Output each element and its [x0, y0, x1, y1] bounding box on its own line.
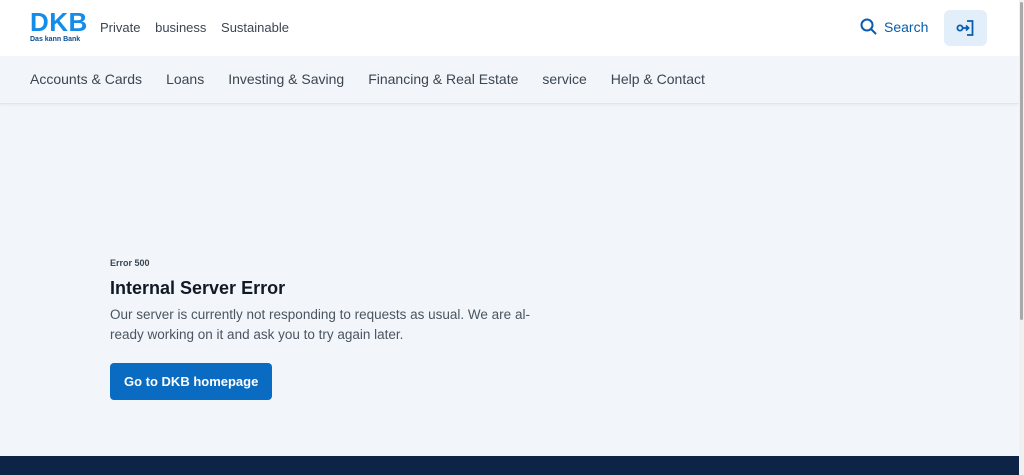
homepage-button[interactable]: Go to DKB homepage	[110, 363, 273, 400]
login-icon	[956, 20, 973, 36]
nav-service[interactable]: service	[542, 71, 586, 87]
nav-accounts-cards[interactable]: Accounts & Cards	[30, 71, 142, 87]
logo-claim: Das kann Bank	[30, 36, 81, 43]
login-button[interactable]	[944, 10, 987, 46]
dkb-logo[interactable]: DKB Das kann Bank	[30, 7, 88, 44]
error-code: Error 500	[110, 258, 150, 268]
search-icon	[860, 18, 877, 35]
nav-financing-real-estate[interactable]: Financing & Real Estate	[368, 71, 518, 87]
segment-business[interactable]: business	[155, 20, 206, 35]
footer	[0, 456, 1019, 475]
scrollbar-thumb[interactable]	[1020, 2, 1023, 320]
error-title: Internal Server Error	[110, 278, 286, 298]
error-content: Error 500 Internal Server Error Our serv…	[110, 258, 540, 400]
logo-wordmark: DKB	[30, 7, 88, 37]
segment-sustainable[interactable]: Sustainable	[221, 20, 289, 35]
scrollbar[interactable]	[1019, 0, 1024, 475]
main-navigation: Accounts & Cards Loans Investing & Savin…	[0, 56, 1019, 104]
nav-investing-saving[interactable]: Investing & Saving	[228, 71, 344, 87]
top-bar: DKB Das kann Bank Private business Susta…	[0, 0, 1019, 56]
nav-help-contact[interactable]: Help & Contact	[611, 71, 705, 87]
segment-private[interactable]: Private	[100, 20, 140, 35]
nav-loans[interactable]: Loans	[166, 71, 204, 87]
error-message: Our server is currently not responding t…	[110, 307, 530, 342]
search-label: Search	[884, 18, 929, 35]
segment-nav: Private business Sustainable	[100, 20, 300, 35]
search-button[interactable]: Search	[860, 18, 928, 35]
